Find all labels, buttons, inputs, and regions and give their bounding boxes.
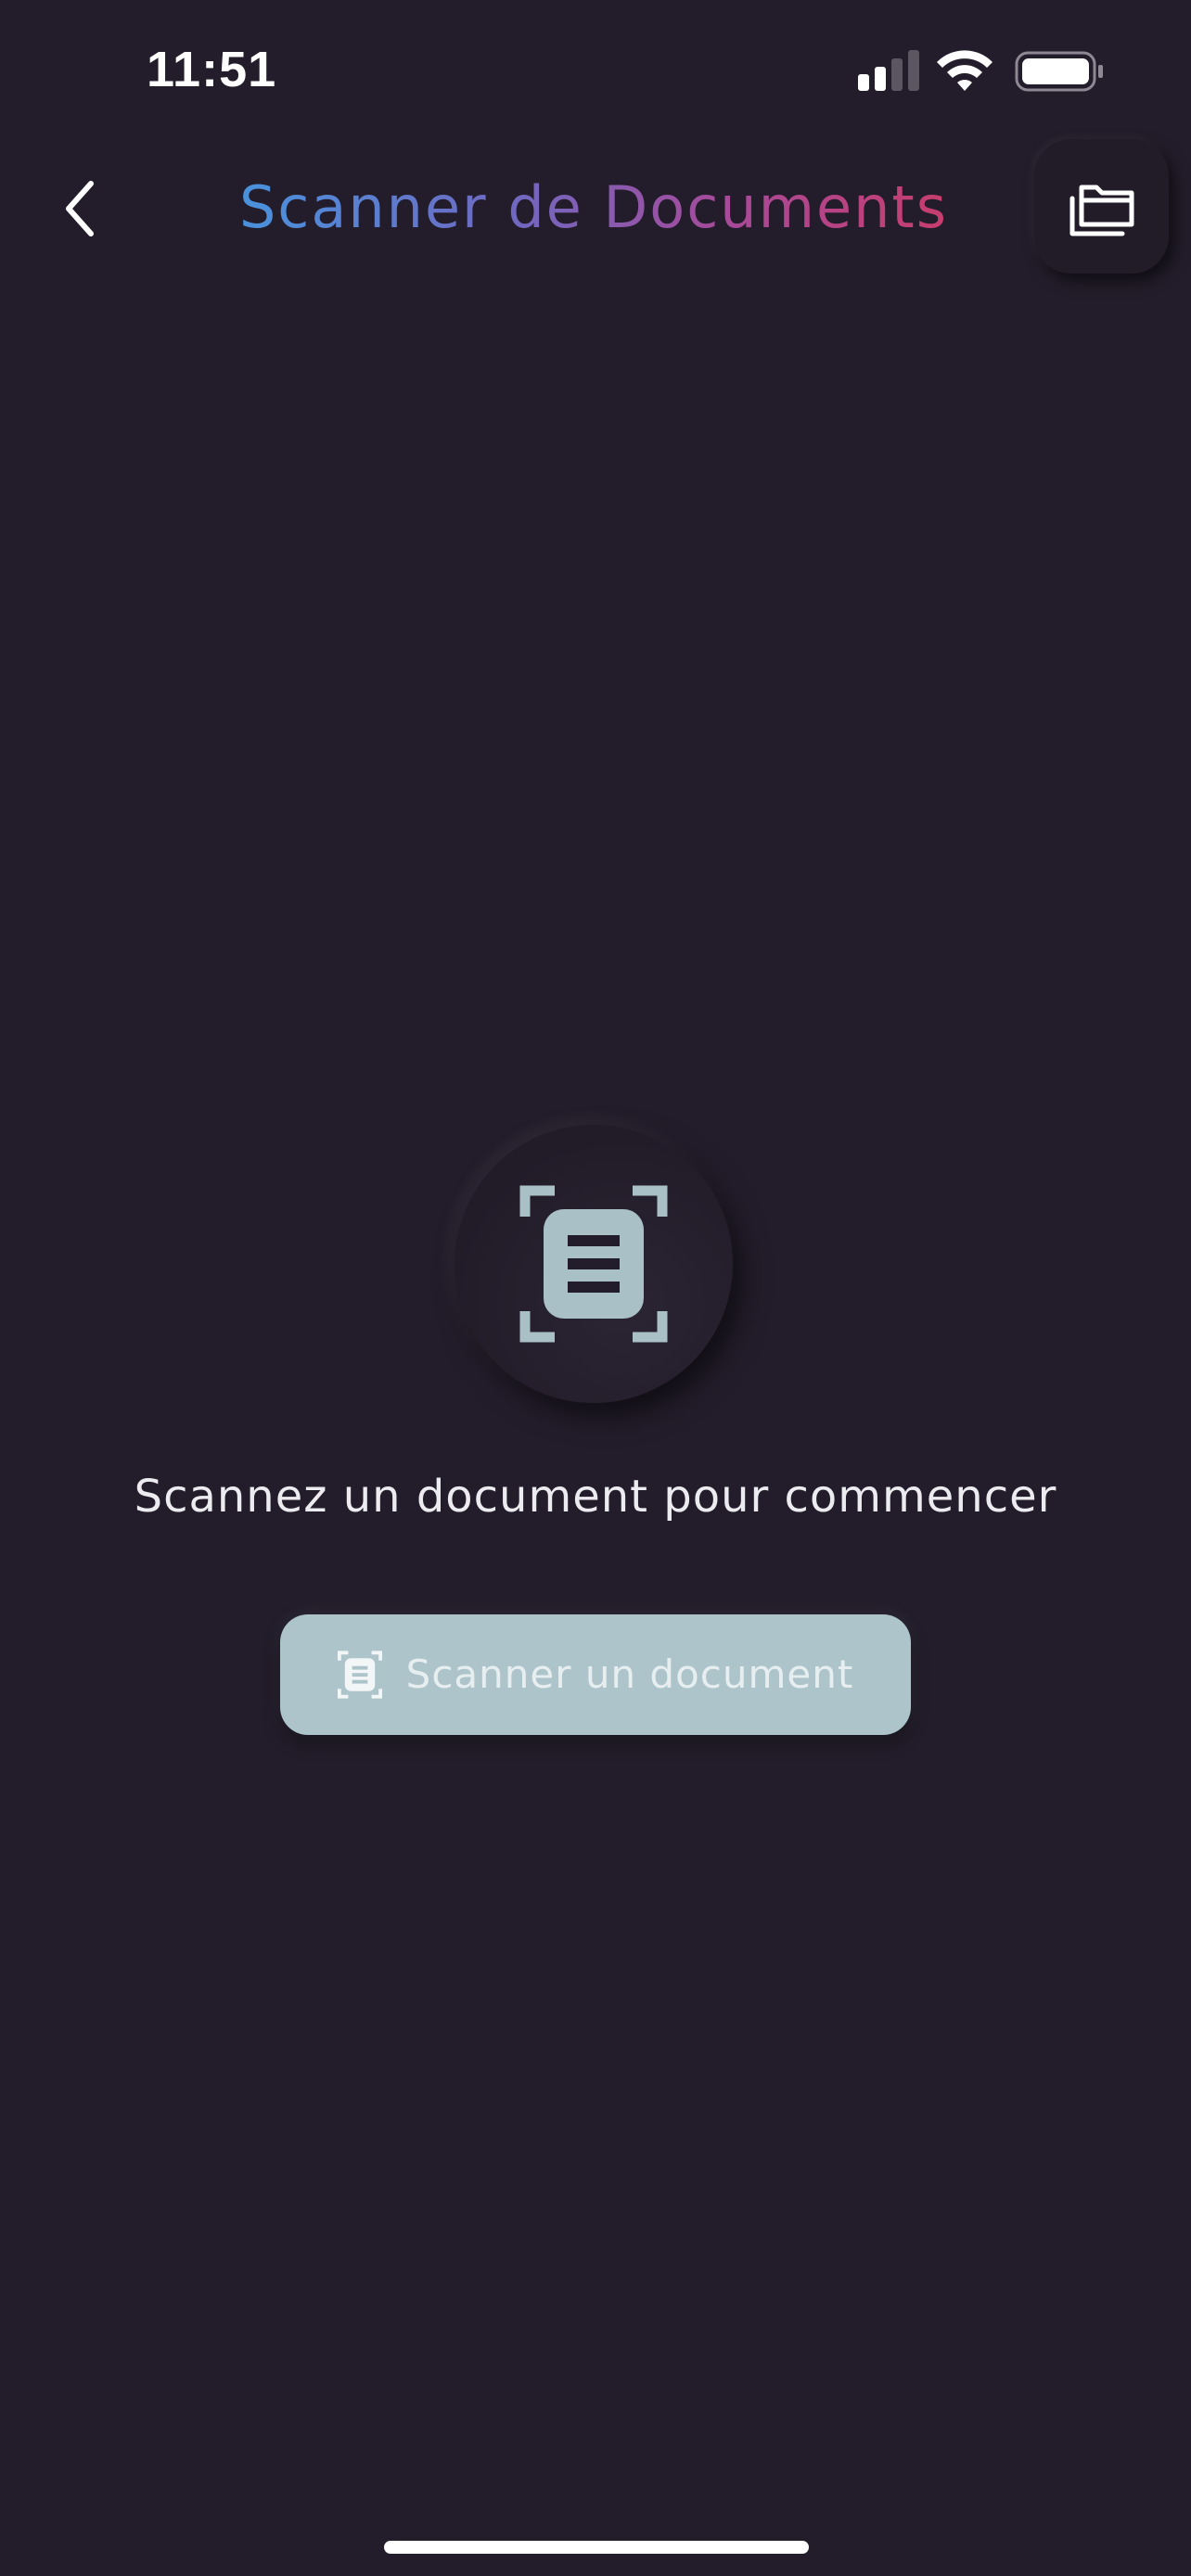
folders-icon [1069,185,1133,236]
document-scanner-icon [519,1185,668,1343]
header: Scanner de Documents [0,139,1191,278]
wifi-icon [937,50,992,91]
folders-button[interactable] [1034,139,1169,274]
signal-icon [858,50,919,91]
home-indicator[interactable] [384,2541,809,2554]
empty-state-message: Scannez un document pour commencer [134,1471,1057,1523]
document-scanner-icon [337,1651,382,1699]
page-title: Scanner de Documents [167,169,1020,247]
battery-icon [1015,51,1103,92]
scan-document-button[interactable]: Scanner un document [280,1614,911,1735]
scan-illustration [455,1125,733,1403]
back-button[interactable] [37,167,121,250]
status-time: 11:51 [147,42,277,97]
chevron-left-icon [66,181,94,236]
scan-document-button-label: Scanner un document [405,1651,854,1697]
status-bar: 11:51 [0,0,1191,139]
status-icons [853,46,1104,98]
